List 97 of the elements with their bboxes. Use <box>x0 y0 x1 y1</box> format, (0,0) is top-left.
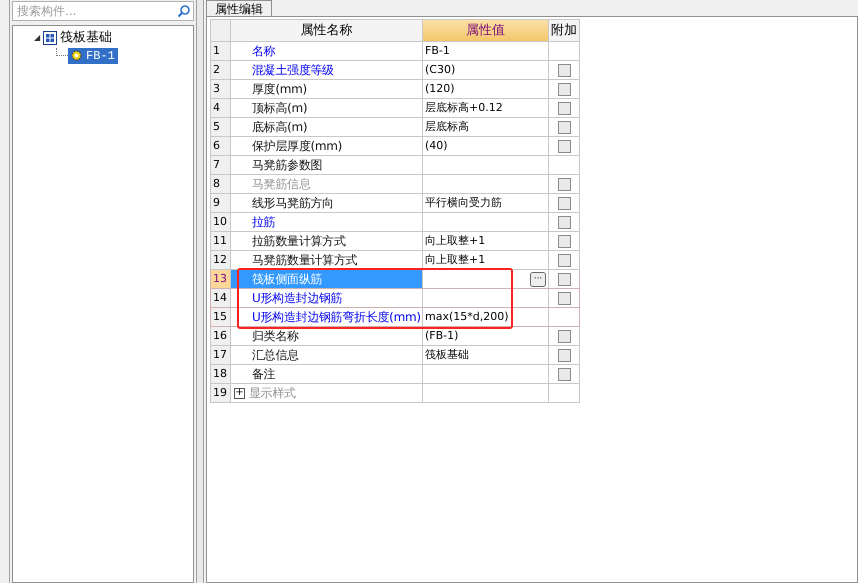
table-row[interactable]: 19 + 显示样式 <box>210 384 580 403</box>
gear-icon <box>71 50 82 61</box>
row-number: 9 <box>211 194 231 212</box>
expand-button[interactable]: + <box>234 388 245 398</box>
checkbox[interactable] <box>558 120 570 134</box>
row-number: 5 <box>211 118 231 136</box>
checkbox[interactable] <box>558 102 570 114</box>
property-value: 筏板基础 <box>425 346 469 363</box>
property-name: 拉筋 <box>252 214 276 231</box>
property-name: 汇总信息 <box>252 347 299 364</box>
table-row[interactable]: 9 线形马凳筋方向 平行横向受力筋 <box>210 194 580 213</box>
checkbox[interactable] <box>558 292 570 304</box>
table-row[interactable]: 13 筏板侧面纵筋 ··· <box>210 270 580 289</box>
row-number: 3 <box>211 80 231 98</box>
property-name: 筏板侧面纵筋 <box>252 271 322 288</box>
row-number: 14 <box>211 289 231 307</box>
row-number: 11 <box>211 232 231 250</box>
property-value: max(15*d,200) <box>425 308 509 325</box>
table-row[interactable]: 4 顶标高(m) 层底标高+0.12 <box>210 99 580 118</box>
table-row[interactable]: 5 底标高(m) 层底标高 <box>210 118 580 137</box>
property-value: 向上取整+1 <box>425 232 486 249</box>
checkbox[interactable] <box>558 254 570 266</box>
property-name: 混凝土强度等级 <box>252 62 334 79</box>
row-number: 17 <box>211 346 231 364</box>
more-button[interactable]: ··· <box>530 272 546 286</box>
table-row[interactable]: 14 U形构造封边钢筋 <box>210 289 580 308</box>
row-number: 8 <box>211 175 231 193</box>
property-name: 马凳筋参数图 <box>252 157 322 174</box>
row-number: 13 <box>211 270 231 288</box>
tree-item[interactable]: FB-1 <box>68 48 118 64</box>
tab[interactable]: 属性编辑 <box>206 0 272 16</box>
row-number: 18 <box>211 365 231 383</box>
property-value: 向上取整+1 <box>425 252 486 268</box>
property-name: 名称 <box>252 43 276 60</box>
property-name: 线形马凳筋方向 <box>252 195 334 212</box>
table-row[interactable]: 6 保护层厚度(mm) (40) <box>210 137 580 156</box>
name-cell[interactable]: + 显示样式 <box>231 384 423 402</box>
table-row[interactable]: 18 备注 <box>210 365 580 384</box>
checkbox[interactable] <box>558 330 570 342</box>
property-name: 显示样式 <box>249 385 296 402</box>
row-number: 2 <box>211 61 231 79</box>
table-row[interactable]: 7 马凳筋参数图 <box>210 156 580 175</box>
property-value: FB-1 <box>425 42 450 59</box>
checkbox[interactable] <box>558 178 570 190</box>
property-name: 马凳筋信息 <box>252 176 311 193</box>
row-number: 6 <box>211 137 231 155</box>
property-name: 马凳筋数量计算方式 <box>252 252 358 269</box>
row-number: 7 <box>211 156 231 174</box>
table-row[interactable]: 17 汇总信息 筏板基础 <box>210 346 580 365</box>
property-value: 平行横向受力筋 <box>425 194 502 211</box>
row-number: 1 <box>211 42 231 60</box>
property-name: U形构造封边钢筋弯折长度(mm) <box>252 309 421 326</box>
property-value: (40) <box>425 138 448 154</box>
checkbox[interactable] <box>558 64 570 76</box>
column-header: 属性名称 <box>231 20 423 41</box>
property-value: (C30) <box>425 62 456 78</box>
property-value: 层底标高 <box>425 118 469 135</box>
table-row[interactable]: 16 归类名称 (FB-1) <box>210 327 580 346</box>
property-name: 保护层厚度(mm) <box>252 138 342 155</box>
table-row[interactable]: 10 拉筋 <box>210 213 580 232</box>
property-name: 底标高(m) <box>252 119 308 136</box>
splitter-bar[interactable] <box>196 0 204 583</box>
property-name: 归类名称 <box>252 328 299 345</box>
property-name: 备注 <box>252 366 276 383</box>
property-name: 厚度(mm) <box>252 81 307 98</box>
property-name: U形构造封边钢筋 <box>252 290 342 307</box>
checkbox[interactable] <box>558 272 570 286</box>
expand-toggle[interactable]: ◢ <box>34 32 40 44</box>
checkbox[interactable] <box>558 196 570 210</box>
property-value: 层底标高+0.12 <box>425 100 503 116</box>
column-header: 属性值 <box>423 20 549 41</box>
table-row[interactable]: 12 马凳筋数量计算方式 向上取整+1 <box>210 251 580 270</box>
row-number: 4 <box>211 99 231 117</box>
tree-item[interactable]: 筏板基础 <box>60 28 112 48</box>
row-number: 16 <box>211 327 231 345</box>
checkbox[interactable] <box>558 140 570 152</box>
checkbox[interactable] <box>558 82 570 96</box>
row-number: 12 <box>211 251 231 269</box>
table-row[interactable]: 2 混凝土强度等级 (C30) <box>210 61 580 80</box>
property-name: 顶标高(m) <box>252 100 308 117</box>
table-row[interactable]: 15 U形构造封边钢筋弯折长度(mm) max(15*d,200) <box>210 308 580 327</box>
row-number: 15 <box>211 308 231 326</box>
grid-icon <box>43 31 58 45</box>
table-row[interactable]: 3 厚度(mm) (120) <box>210 80 580 99</box>
row-number: 10 <box>211 213 231 231</box>
checkbox[interactable] <box>558 234 570 248</box>
property-value: (120) <box>425 80 455 97</box>
checkbox[interactable] <box>558 368 570 380</box>
table-row[interactable]: 8 马凳筋信息 <box>210 175 580 194</box>
row-number: 19 <box>211 384 231 402</box>
property-value: (FB-1) <box>425 328 458 344</box>
table-row[interactable]: 1 名称 FB-1 <box>210 42 580 61</box>
column-header: 附加 <box>549 20 579 41</box>
property-name: 拉筋数量计算方式 <box>252 233 346 250</box>
checkbox[interactable] <box>558 348 570 362</box>
table-row[interactable]: 11 拉筋数量计算方式 向上取整+1 <box>210 232 580 251</box>
checkbox[interactable] <box>558 216 570 228</box>
